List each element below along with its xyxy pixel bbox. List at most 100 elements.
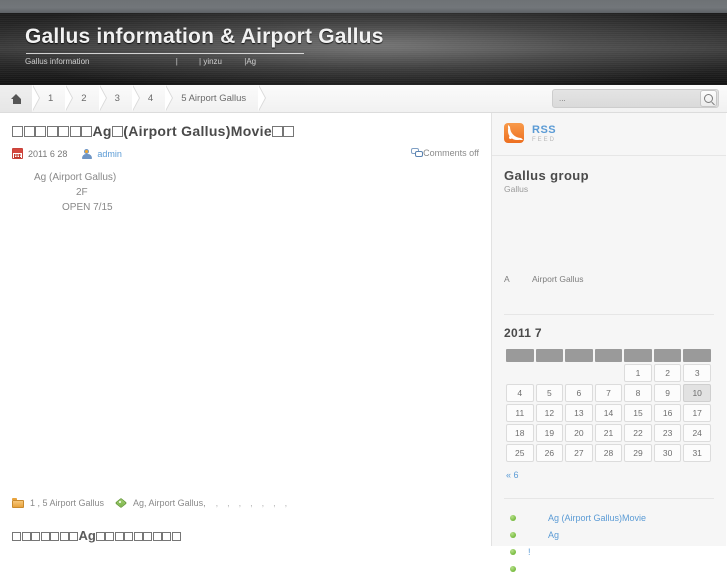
calendar-day[interactable]: 29: [624, 444, 652, 462]
search-icon: [704, 94, 713, 103]
post2-title-text: Ag: [78, 528, 96, 543]
tofu-glyph: [35, 126, 46, 137]
breadcrumb-item-label: 2: [81, 93, 87, 104]
calendar-day[interactable]: 12: [535, 404, 564, 422]
group-widget-subtitle: Gallus: [504, 184, 529, 194]
tofu-glyph: [143, 532, 153, 541]
calendar-day[interactable]: 6: [565, 384, 593, 402]
breadcrumb-chevron-icon: [165, 85, 173, 111]
sidebar-divider: [504, 314, 714, 315]
title-underline: [26, 53, 304, 54]
tofu-glyph: [81, 126, 92, 137]
calendar-day[interactable]: 26: [535, 444, 564, 462]
post-title-text-tail: (Airport Gallus)Movie: [123, 123, 272, 139]
calendar-day[interactable]: 27: [565, 444, 593, 462]
calendar-day[interactable]: 4: [506, 384, 534, 402]
bullet-icon: [510, 548, 516, 555]
search-input[interactable]: [552, 89, 719, 108]
post-body-line-2: 2F: [76, 187, 88, 198]
calendar-day-empty: [536, 364, 564, 382]
post-category-label[interactable]: 1 , 5 Airport Gallus: [30, 498, 104, 508]
calendar-day[interactable]: 31: [683, 444, 711, 462]
calendar-day[interactable]: 18: [506, 424, 534, 442]
comment-icon: [411, 148, 423, 158]
calendar-weekday-cell: [594, 349, 623, 362]
subnav-item-home[interactable]: Gallus information: [25, 57, 89, 66]
folder-icon: [12, 498, 24, 508]
calendar-day[interactable]: 8: [624, 384, 652, 402]
calendar-day[interactable]: 19: [535, 424, 564, 442]
calendar-day[interactable]: 25: [506, 444, 534, 462]
calendar-day[interactable]: 13: [565, 404, 593, 422]
calendar-day[interactable]: 21: [594, 424, 623, 442]
calendar-week-row: 4 5 6 7 8 9 10: [506, 384, 711, 402]
subnav-item-yinzu[interactable]: | yinzu: [199, 57, 222, 66]
breadcrumb-item-label: 5 Airport Gallus: [181, 93, 247, 104]
post-comments-label: Comments off: [423, 148, 479, 158]
tofu-glyph: [31, 532, 40, 541]
post-author[interactable]: admin: [81, 148, 122, 159]
calendar-prev-link[interactable]: « 6: [506, 470, 714, 480]
calendar-day-today[interactable]: 10: [683, 384, 711, 402]
tofu-glyph: [105, 532, 115, 541]
calendar-day[interactable]: 17: [683, 404, 711, 422]
group-row-key: A: [504, 274, 510, 284]
post-title: Ag (Airport Gallus)Movie: [12, 123, 479, 139]
tofu-glyph: [23, 126, 35, 137]
rss-icon: [504, 123, 524, 143]
site-header: Gallus information & Airport Gallus Gall…: [0, 13, 727, 85]
tofu-glyph: [271, 126, 283, 137]
calendar-day[interactable]: 11: [506, 404, 534, 422]
post-date-label: 2011 6 28: [28, 148, 68, 159]
tofu-glyph: [133, 532, 143, 541]
subnav-item-ag[interactable]: |Ag: [244, 57, 256, 66]
calendar-day[interactable]: 7: [594, 384, 623, 402]
breadcrumb-bar: 1 2 3 4 5 Airport Gallus: [0, 85, 727, 113]
calendar-day[interactable]: 3: [683, 364, 711, 382]
sidebar-divider: [504, 498, 714, 499]
search-button[interactable]: [700, 90, 717, 107]
tofu-glyph: [50, 532, 59, 541]
site-title: Gallus information & Airport Gallus: [25, 25, 384, 48]
calendar-day-empty: [595, 364, 623, 382]
tofu-glyph: [114, 532, 124, 541]
list-item[interactable]: [504, 560, 714, 577]
breadcrumb-item-home[interactable]: [0, 85, 40, 112]
calendar-title: 2011 7: [504, 326, 542, 340]
user-icon: [81, 148, 92, 159]
tofu-run: ,,,,,,,: [215, 498, 297, 508]
breadcrumb-chevron-icon: [98, 85, 106, 111]
sidebar-links-list: Ag (Airport Gallus)Movie Ag !: [504, 509, 714, 577]
list-item[interactable]: Ag: [504, 526, 714, 543]
calendar-day[interactable]: 24: [683, 424, 711, 442]
calendar-week-row: 11 12 13 14 15 16 17: [506, 404, 711, 422]
breadcrumb-item-5[interactable]: 5 Airport Gallus: [165, 85, 267, 112]
list-item[interactable]: Ag (Airport Gallus)Movie: [504, 509, 714, 526]
sidebar: RSS FEED Gallus group Gallus A Airport G…: [492, 113, 726, 572]
calendar-weekday-row: [506, 349, 711, 362]
tofu-glyph: [95, 532, 105, 541]
calendar-day[interactable]: 23: [653, 424, 682, 442]
calendar-day[interactable]: 15: [624, 404, 652, 422]
calendar-day[interactable]: 28: [594, 444, 623, 462]
calendar-day[interactable]: 9: [653, 384, 682, 402]
calendar-day[interactable]: 30: [653, 444, 682, 462]
calendar-day[interactable]: 14: [594, 404, 623, 422]
post2-title[interactable]: Ag: [12, 528, 181, 543]
subnav-separator: |: [175, 57, 178, 66]
calendar-day[interactable]: 16: [653, 404, 682, 422]
calendar-table: 1 2 3 4 5 6 7 8 9 10 11 12 13 14 15 16 1…: [504, 347, 713, 464]
post-body-line-3: OPEN 7/15: [62, 202, 113, 213]
rss-widget[interactable]: RSS FEED: [492, 113, 726, 156]
calendar-day-empty: [506, 364, 534, 382]
breadcrumb-item-label: 3: [114, 93, 120, 104]
list-item[interactable]: !: [504, 543, 714, 560]
calendar-day[interactable]: 2: [653, 364, 682, 382]
calendar-day[interactable]: 5: [535, 384, 564, 402]
calendar-day[interactable]: 1: [624, 364, 652, 382]
calendar-day[interactable]: 20: [565, 424, 593, 442]
post-tags-label[interactable]: Ag, Airport Gallus,: [133, 498, 206, 508]
tofu-glyph: [40, 532, 50, 541]
calendar-day[interactable]: 22: [624, 424, 652, 442]
post-author-label: admin: [97, 148, 122, 159]
